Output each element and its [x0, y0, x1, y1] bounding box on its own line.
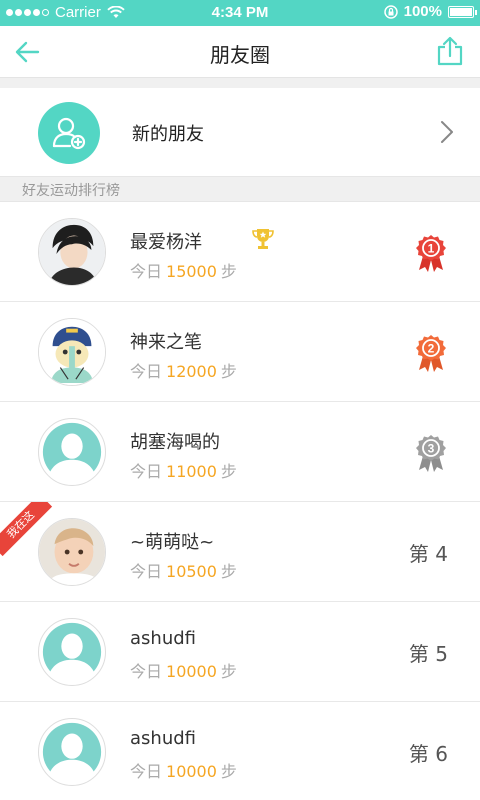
ranking-list: 最爱杨洋 今日 15000 步 1 神来之笔 今日 12000 步 2 胡塞海喝…: [0, 202, 480, 800]
nav-bar: 朋友圈: [0, 26, 480, 78]
steps-count: 11000: [166, 462, 217, 481]
avatar: [38, 218, 106, 286]
new-friends-row[interactable]: 新的朋友: [0, 88, 480, 176]
avatar: [38, 718, 106, 786]
battery-icon: [448, 5, 477, 18]
ranking-row-me[interactable]: 我在这 ~萌萌哒~ 今日 10500 步 第 4: [0, 502, 480, 602]
trophy-icon: [252, 229, 274, 249]
steps-line: 今日 11000 步: [130, 462, 237, 481]
ranking-row[interactable]: 胡塞海喝的 今日 11000 步 3: [0, 402, 480, 502]
ranking-row[interactable]: ashudfi 今日 10000 步 第 6: [0, 702, 480, 800]
status-bar: Carrier 4:34 PM 100%: [0, 0, 480, 26]
ranking-row[interactable]: 最爱杨洋 今日 15000 步 1: [0, 202, 480, 302]
steps-line: 今日 15000 步: [130, 262, 237, 281]
steps-count: 15000: [166, 262, 217, 281]
friend-name: ashudfi: [130, 728, 196, 749]
gold-medal-icon: 1: [416, 235, 446, 272]
friend-name: 最爱杨洋: [130, 232, 202, 253]
section-title: 好友运动排行榜: [22, 183, 120, 199]
steps-line: 今日 10500 步: [130, 562, 237, 581]
battery-percent: 100%: [403, 3, 442, 20]
rotation-lock-icon: [383, 4, 398, 19]
friend-name: ~萌萌哒~: [130, 532, 215, 553]
svg-text:3: 3: [428, 442, 435, 456]
avatar: [38, 418, 106, 486]
svg-text:1: 1: [428, 242, 435, 256]
avatar: [38, 318, 106, 386]
share-icon[interactable]: [436, 36, 464, 66]
rank-label: 第 4: [408, 542, 448, 566]
avatar: [38, 618, 106, 686]
rank-label: 第 5: [408, 642, 448, 666]
ranking-row[interactable]: 神来之笔 今日 12000 步 2: [0, 302, 480, 402]
silver-medal-icon: 2: [416, 335, 446, 372]
steps-line: 今日 12000 步: [130, 362, 237, 381]
rank-label: 第 6: [408, 742, 448, 766]
chevron-right-icon: [441, 121, 453, 143]
page-title: 朋友圈: [210, 43, 270, 67]
steps-line: 今日 10000 步: [130, 762, 237, 781]
steps-count: 12000: [166, 362, 217, 381]
section-header: 好友运动排行榜: [0, 176, 480, 202]
steps-count: 10500: [166, 562, 217, 581]
friend-name: 神来之笔: [130, 332, 202, 353]
status-right: 100%: [383, 3, 477, 20]
friend-name: ashudfi: [130, 628, 196, 649]
add-friend-icon: [38, 102, 100, 164]
svg-text:2: 2: [428, 342, 435, 356]
new-friends-label: 新的朋友: [132, 124, 204, 145]
bronze-medal-icon: 3: [416, 435, 446, 472]
steps-count: 10000: [166, 662, 217, 681]
friend-name: 胡塞海喝的: [130, 432, 220, 453]
divider: [0, 78, 480, 88]
ranking-row[interactable]: ashudfi 今日 10000 步 第 5: [0, 602, 480, 702]
steps-line: 今日 10000 步: [130, 662, 237, 681]
steps-count: 10000: [166, 762, 217, 781]
avatar: [38, 518, 106, 586]
